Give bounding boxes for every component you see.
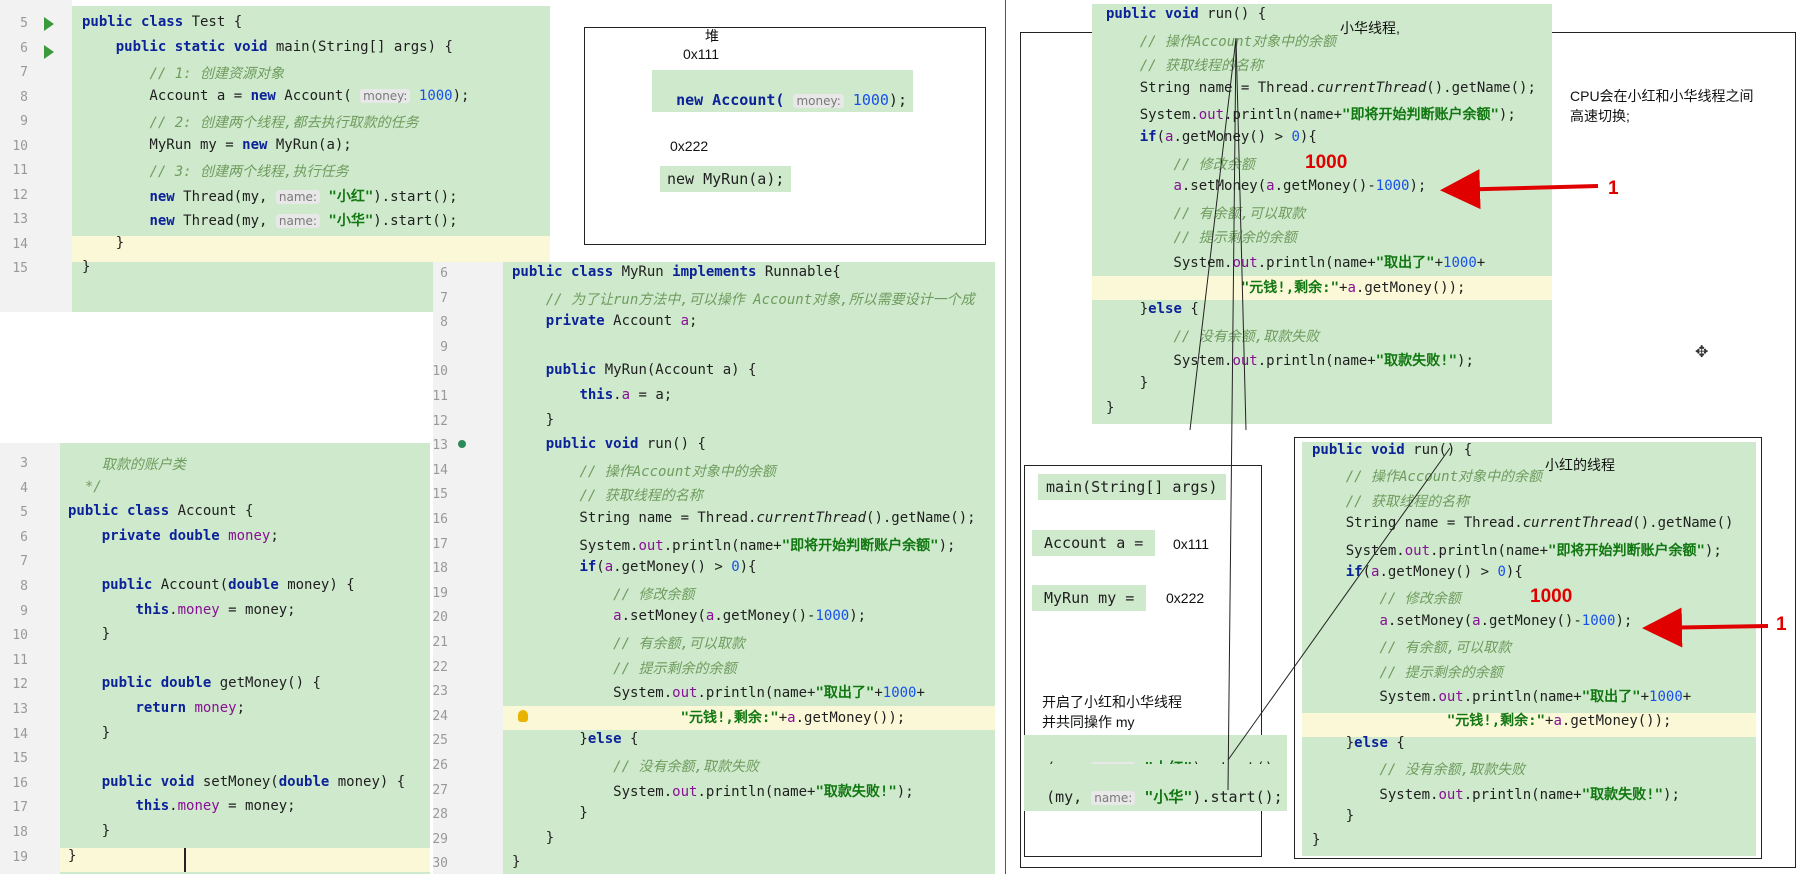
xiaohua-thread-line-c [1235, 37, 1247, 431]
xiaohua-red-arrow [1440, 169, 1599, 210]
xiaohong-thread-line [1227, 447, 1451, 761]
xiaohua-thread-line-b [1189, 37, 1237, 431]
xiaohua-thread-line-a [1227, 37, 1237, 791]
annotation-overlay [1189, 37, 1769, 791]
xiaohong-red-arrow [1642, 607, 1769, 648]
